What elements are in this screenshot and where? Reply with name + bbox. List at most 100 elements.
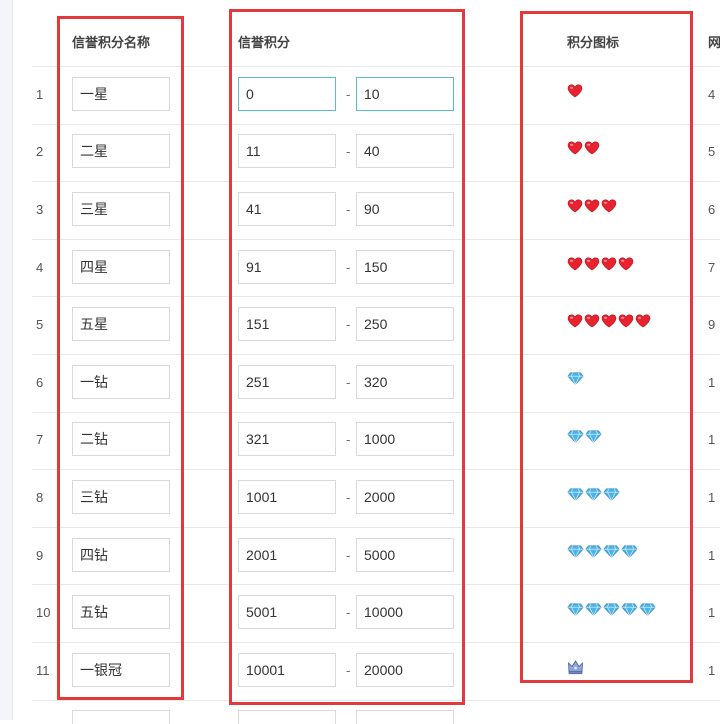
row-divider	[32, 699, 720, 701]
score-min-input[interactable]	[238, 595, 336, 630]
cutoff-column-value: 1	[708, 662, 716, 678]
diamond-icon	[567, 545, 584, 559]
score-min-input[interactable]	[238, 652, 336, 687]
range-separator: -	[346, 605, 351, 621]
row-number: 6	[36, 374, 44, 390]
diamond-icon	[603, 488, 620, 501]
score-min-input[interactable]	[238, 480, 336, 514]
silver-crown-icon	[568, 660, 583, 674]
score-min-input[interactable]	[238, 364, 336, 399]
score-max-input[interactable]	[356, 480, 454, 514]
heart-icon	[601, 314, 617, 328]
score-min-input[interactable]	[238, 192, 336, 226]
level-name-input[interactable]	[72, 537, 170, 572]
cutoff-column-value: 9	[708, 317, 716, 333]
partial-row-input[interactable]	[238, 709, 336, 724]
score-max-input[interactable]	[356, 422, 454, 457]
row-divider	[32, 354, 720, 355]
score-max-input[interactable]	[356, 537, 454, 572]
row-number: 10	[36, 605, 51, 621]
heart-icon	[584, 314, 600, 328]
diamond-icon	[621, 545, 638, 559]
range-separator: -	[346, 374, 351, 390]
score-min-input[interactable]	[238, 422, 336, 457]
partial-row-input[interactable]	[356, 709, 454, 724]
header-level-name: 信誉积分名称	[72, 35, 151, 50]
cutoff-column-value: 1	[708, 374, 716, 390]
level-name-input[interactable]	[72, 76, 170, 111]
diamond-icon	[567, 430, 584, 443]
level-name-input[interactable]	[72, 652, 170, 687]
heart-icon	[618, 314, 634, 328]
row-divider	[32, 296, 720, 298]
score-icon-group	[567, 484, 620, 504]
diamond-icon	[603, 603, 620, 616]
range-separator: -	[346, 86, 351, 102]
range-separator: -	[346, 547, 351, 563]
partial-row-input[interactable]	[72, 709, 170, 724]
diamond-icon	[585, 603, 602, 616]
level-name-input[interactable]	[72, 480, 170, 514]
row-number: 1	[36, 86, 44, 102]
score-icon-group	[567, 254, 634, 274]
heart-icon	[584, 141, 600, 155]
cutoff-column-value: 5	[708, 144, 716, 160]
row-number: 8	[36, 490, 44, 505]
score-min-input[interactable]	[238, 249, 336, 284]
cutoff-column-value: 1	[708, 605, 716, 621]
header-cutoff-column: 网	[708, 35, 720, 50]
diamond-icon	[639, 603, 656, 616]
heart-icon	[635, 314, 651, 328]
diamond-icon	[567, 372, 584, 386]
score-min-input[interactable]	[238, 537, 336, 572]
level-name-input[interactable]	[72, 249, 170, 284]
score-icon-group	[567, 369, 584, 389]
row-divider	[32, 123, 720, 125]
heart-icon	[567, 84, 583, 98]
level-name-input[interactable]	[72, 307, 170, 342]
range-separator: -	[346, 490, 351, 505]
score-min-input[interactable]	[238, 76, 336, 111]
row-divider	[32, 181, 720, 183]
heart-icon	[584, 257, 600, 270]
level-name-input[interactable]	[72, 364, 170, 399]
cutoff-column-value: 4	[708, 86, 716, 102]
level-name-input[interactable]	[72, 595, 170, 630]
score-max-input[interactable]	[356, 192, 454, 226]
level-name-input[interactable]	[72, 192, 170, 226]
heart-icon	[601, 199, 617, 213]
score-max-input[interactable]	[356, 134, 454, 169]
level-name-input[interactable]	[72, 134, 170, 169]
row-number: 2	[36, 144, 44, 160]
row-divider	[32, 238, 720, 240]
diamond-icon	[621, 603, 638, 616]
score-min-input[interactable]	[238, 307, 336, 342]
cutoff-column-value: 1	[708, 490, 716, 505]
score-max-input[interactable]	[356, 249, 454, 284]
heart-icon	[567, 314, 583, 328]
cutoff-column-value: 1	[708, 432, 716, 448]
score-max-input[interactable]	[356, 364, 454, 399]
score-max-input[interactable]	[356, 595, 454, 630]
heart-icon	[567, 199, 583, 213]
level-name-input[interactable]	[72, 422, 170, 457]
diamond-icon	[585, 488, 602, 501]
diamond-icon	[603, 545, 620, 559]
score-max-input[interactable]	[356, 652, 454, 687]
score-icon-group	[567, 138, 600, 158]
diamond-icon	[567, 488, 584, 501]
heart-icon	[567, 257, 583, 270]
row-number: 4	[36, 259, 44, 275]
score-min-input[interactable]	[238, 134, 336, 169]
range-separator: -	[346, 662, 351, 678]
score-max-input[interactable]	[356, 307, 454, 342]
range-separator: -	[346, 259, 351, 275]
cutoff-column-value: 6	[708, 202, 716, 217]
heart-icon	[567, 141, 583, 155]
score-icon-group	[567, 81, 583, 101]
cutoff-column-value: 1	[708, 547, 716, 563]
range-separator: -	[346, 202, 351, 217]
row-number: 5	[36, 317, 44, 333]
score-max-input[interactable]	[356, 76, 454, 111]
heart-icon	[601, 257, 617, 270]
